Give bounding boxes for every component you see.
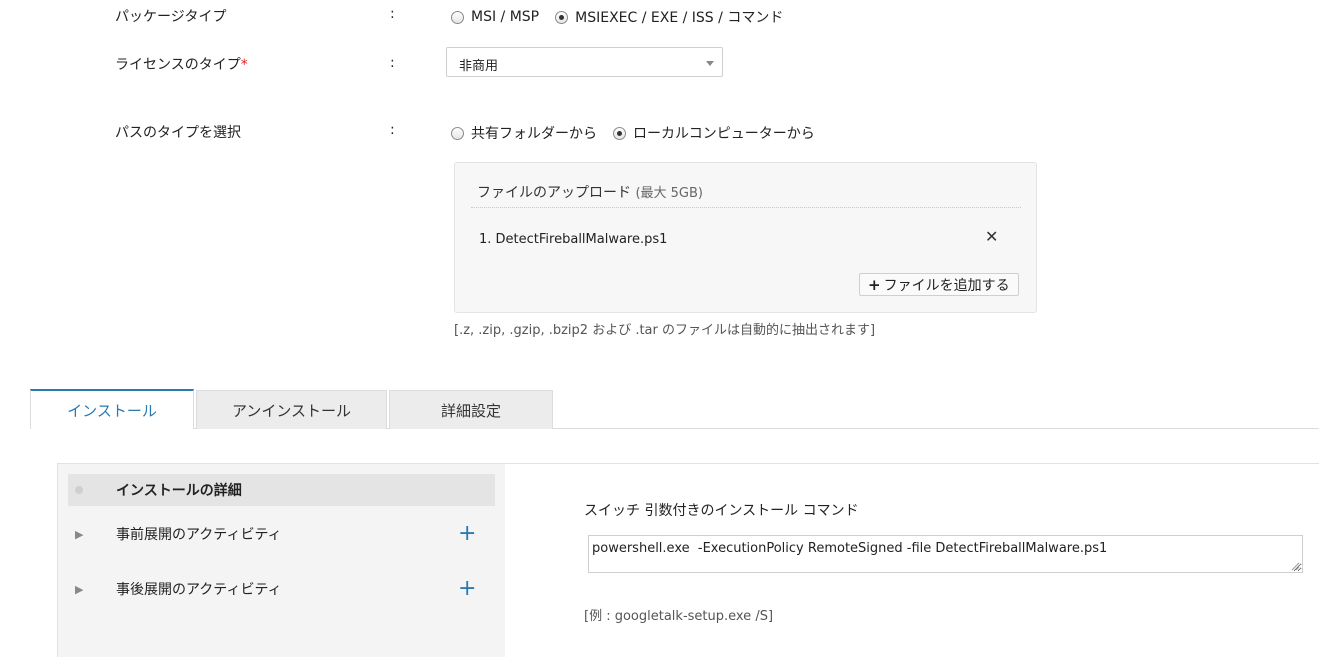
upload-hint: [.z, .zip, .gzip, .bzip2 および .tar のファイルは… xyxy=(454,323,876,338)
close-icon[interactable]: ✕ xyxy=(985,227,998,246)
install-sidebar: インストールの詳細 ▶ 事前展開のアクティビティ + ▶ 事後展開のアクティビテ… xyxy=(58,464,505,657)
add-post-deployment-icon[interactable]: + xyxy=(458,578,476,600)
add-file-button[interactable]: + ファイルを追加する xyxy=(859,273,1019,296)
license-type-label: ライセンスのタイプ* xyxy=(115,57,248,73)
license-type-colon: : xyxy=(390,55,395,71)
sidebar-item-pre-deployment[interactable]: ▶ 事前展開のアクティビティ + xyxy=(68,518,495,550)
upload-title: ファイルのアップロード (最大 5GB) xyxy=(477,185,703,201)
install-command-example: [例 : googletalk-setup.exe /S] xyxy=(584,609,774,624)
required-mark: * xyxy=(240,57,248,73)
file-index: 1. xyxy=(479,232,492,247)
plus-icon: + xyxy=(868,275,881,294)
radio-local-computer[interactable] xyxy=(613,126,626,140)
sidebar-item-install-details[interactable]: インストールの詳細 xyxy=(68,474,495,506)
install-command-input[interactable] xyxy=(588,535,1303,573)
upload-divider xyxy=(471,207,1021,208)
radio-msiexec[interactable] xyxy=(555,10,569,24)
resize-handle-icon[interactable] xyxy=(1290,561,1300,571)
add-pre-deployment-icon[interactable]: + xyxy=(458,523,476,545)
sidebar-item-post-deployment[interactable]: ▶ 事後展開のアクティビティ + xyxy=(68,573,495,605)
caret-right-icon[interactable]: ▶ xyxy=(75,583,83,596)
tabs-bar: インストール アンインストール 詳細設定 xyxy=(30,389,1319,429)
path-type-label: パスのタイプを選択 xyxy=(115,125,241,141)
radio-msi-msp-label[interactable]: MSI / MSP xyxy=(471,9,539,25)
file-upload-panel: ファイルのアップロード (最大 5GB) 1. DetectFireballMa… xyxy=(454,162,1037,313)
radio-local-computer-label[interactable]: ローカルコンピューターから xyxy=(633,123,815,143)
tab-advanced-settings[interactable]: 詳細設定 xyxy=(389,390,553,429)
tab-uninstall[interactable]: アンインストール xyxy=(196,390,387,429)
path-type-colon: : xyxy=(390,122,395,138)
path-type-row: パスのタイプを選択 : 共有フォルダーから ローカルコンピューターから xyxy=(0,121,1319,151)
bullet-dot-icon xyxy=(75,486,83,494)
path-type-options: 共有フォルダーから ローカルコンピューターから xyxy=(451,123,831,143)
chevron-down-icon xyxy=(706,61,714,66)
package-type-row: パッケージタイプ : MSI / MSP MSIEXEC / EXE / ISS… xyxy=(0,5,1319,35)
radio-msi-msp[interactable] xyxy=(451,10,464,24)
license-type-select[interactable]: 非商用 xyxy=(446,47,723,77)
upload-max-size: (最大 5GB) xyxy=(635,186,703,201)
sidebar-item-label: 事前展開のアクティビティ xyxy=(116,527,282,543)
package-type-options: MSI / MSP MSIEXEC / EXE / ISS / コマンド xyxy=(451,7,799,27)
sidebar-item-label: インストールの詳細 xyxy=(116,483,242,499)
package-type-label: パッケージタイプ xyxy=(115,9,227,25)
package-type-colon: : xyxy=(390,6,395,22)
file-name: DetectFireballMalware.ps1 xyxy=(495,232,668,247)
radio-shared-folder[interactable] xyxy=(451,126,464,140)
install-command-label: スイッチ 引数付きのインストール コマンド xyxy=(584,503,859,519)
sidebar-item-label: 事後展開のアクティビティ xyxy=(116,582,282,598)
tab-install[interactable]: インストール xyxy=(30,389,194,429)
caret-right-icon[interactable]: ▶ xyxy=(75,528,83,541)
radio-shared-folder-label[interactable]: 共有フォルダーから xyxy=(471,123,597,143)
radio-msiexec-label[interactable]: MSIEXEC / EXE / ISS / コマンド xyxy=(575,7,783,27)
uploaded-file-item: 1. DetectFireballMalware.ps1 xyxy=(479,232,667,247)
add-file-label: ファイルを追加する xyxy=(883,277,1010,294)
license-type-value: 非商用 xyxy=(459,59,499,74)
